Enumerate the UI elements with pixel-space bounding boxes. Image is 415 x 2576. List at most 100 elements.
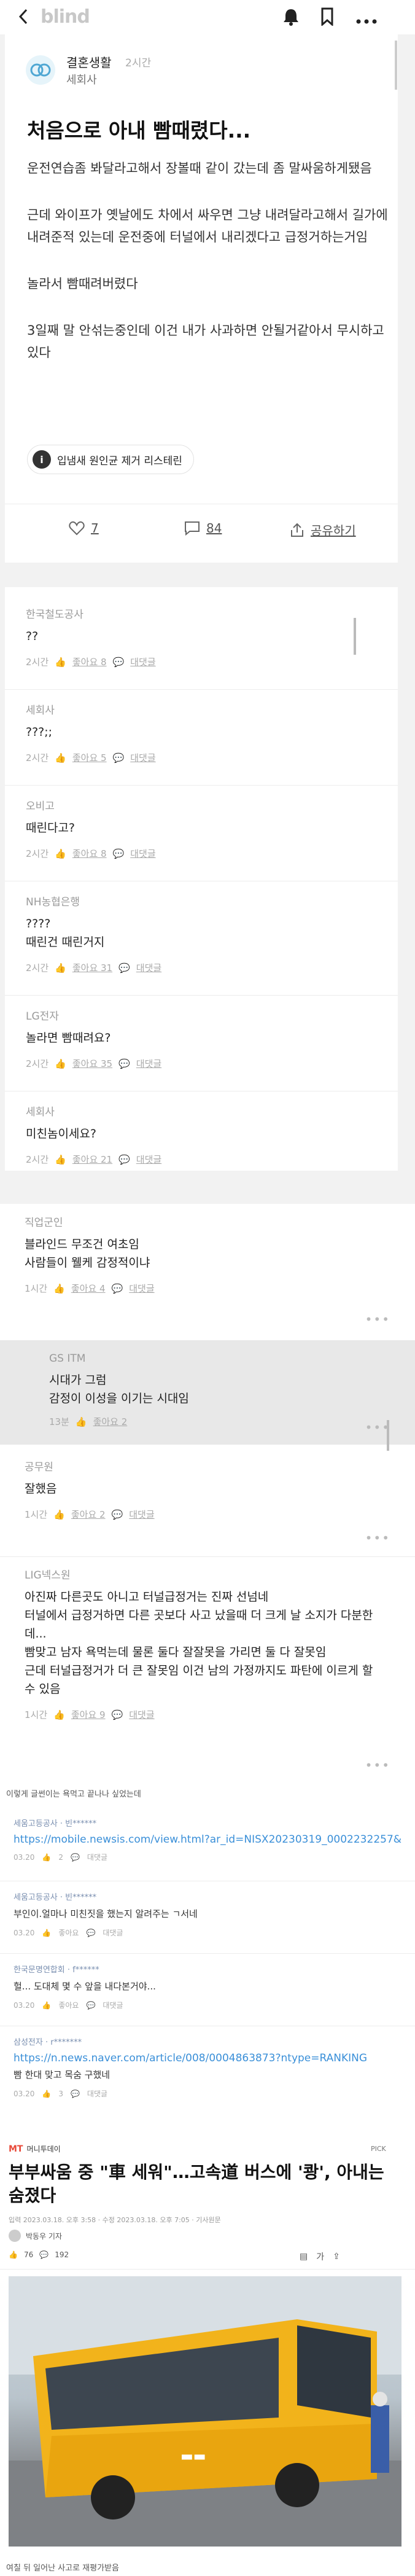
comment: 세움고등공사 · 빈****** 부인이.얼마나 미친짓을 했는지 알려주는 ㄱ… <box>14 1891 406 1938</box>
comment-reply-button[interactable]: 대댓글 <box>129 1708 154 1721</box>
reply-icon: 💬 <box>118 1058 130 1069</box>
comment-link[interactable]: https://n.news.naver.com/article/008/000… <box>14 2052 406 2064</box>
commenter-company: LG전자 <box>26 1010 59 1023</box>
reaction-icon[interactable]: 👍 <box>9 2250 18 2259</box>
comment-like-button[interactable]: 좋아요 2 <box>93 1415 128 1428</box>
comment-reply-button[interactable]: 대댓글 <box>136 961 161 974</box>
reply-icon: 💬 <box>118 1153 130 1165</box>
comment-button[interactable]: 84 <box>184 521 222 536</box>
comment-text: 놀라면 빰때려요? <box>26 1031 111 1045</box>
commenter-company: NH농협은행 <box>26 896 80 908</box>
comment-reply-button[interactable]: 대댓글 <box>103 1927 123 1938</box>
comments-section-2: 직업군인 블라인드 무조건 여초임 사람들이 웰케 감정적이냐 1시간 👍 좋아요… <box>0 1177 415 1781</box>
back-icon[interactable] <box>18 9 28 27</box>
commenter-company: 세움고등공사 · 빈****** <box>14 1819 97 1829</box>
commenter-company: 한국문명연합회 · f****** <box>14 1965 99 1975</box>
comment-more-icon[interactable]: ••• <box>365 1312 390 1327</box>
author-avatar <box>26 55 55 85</box>
comment-like-button[interactable]: 좋아요 21 <box>72 1153 112 1166</box>
comment-like-button[interactable]: 3 <box>58 2090 63 2098</box>
comment: 세회사 미친놈이세요? 2시간 👍 좋아요 21 💬 대댓글 <box>26 1103 370 1166</box>
comment-like-button[interactable]: 좋아요 8 <box>72 655 107 668</box>
comment-link[interactable]: https://mobile.newsis.com/view.html?ar_i… <box>14 1833 406 1846</box>
comment-text: ???;; <box>26 725 53 739</box>
share-label: 공유하기 <box>311 523 356 538</box>
comment-reply-button[interactable]: 대댓글 <box>87 2088 107 2099</box>
comment-reply-button[interactable]: 대댓글 <box>129 1508 154 1521</box>
comment-icon[interactable]: 💬 <box>39 2250 48 2259</box>
comment-reply-button[interactable]: 대댓글 <box>130 655 155 668</box>
post-body: 운전연습좀 봐달라고해서 장볼때 같이 갔는데 좀 말싸움하게됐음 근데 와이프… <box>27 157 389 364</box>
comment-more-icon[interactable]: ••• <box>365 1531 390 1545</box>
comment-text: 아진짜 다른곳도 아니고 터널급정거는 진짜 선넘네 터널에서 급정거하면 다른… <box>25 1590 373 1696</box>
reaction-count: 76 <box>23 2250 34 2259</box>
font-size-icon[interactable]: 가 <box>316 2250 324 2263</box>
comment-like-button[interactable]: 좋아요 4 <box>71 1282 106 1295</box>
comment-like-button[interactable]: 좋아요 2 <box>71 1508 106 1521</box>
thumb-icon: 👍 <box>55 1153 66 1165</box>
comment-like-button[interactable]: 좋아요 35 <box>72 1057 112 1070</box>
comment-date: 03.20 <box>14 2000 35 2010</box>
comment-time: 2시간 <box>26 1058 49 1069</box>
comment-reply-button[interactable]: 대댓글 <box>87 1852 107 1862</box>
author-name: 결혼생활 <box>66 55 112 70</box>
comment-like-button[interactable]: 좋아요 31 <box>72 961 112 974</box>
reply-icon: 💬 <box>118 962 130 974</box>
share-button[interactable]: 공유하기 <box>290 521 356 539</box>
more-icon[interactable] <box>356 15 377 26</box>
reply-highlighted: GS ITM 시대가 그럼 감정이 이성을 이기는 시대임 13분 👍 좋아요 2… <box>0 1340 415 1451</box>
comment: 한국문명연합회 · f****** 헐... 도대체 몇 수 앞을 내다본거야.… <box>14 1963 406 2010</box>
comment-reply-button[interactable]: 대댓글 <box>129 1282 154 1295</box>
comment-like-button[interactable]: 좋아요 <box>58 1927 79 1938</box>
comment-like-button[interactable]: 2 <box>58 1853 63 1862</box>
author-company: 세회사 <box>66 74 97 87</box>
info-icon: i <box>33 450 51 469</box>
promo-label: 입냄새 원인균 제거 리스테린 <box>57 455 182 467</box>
scroll-indicator <box>395 41 397 90</box>
comment-reply-button[interactable]: 대댓글 <box>136 1153 161 1166</box>
bell-icon[interactable] <box>282 7 300 28</box>
print-icon[interactable]: ▤ <box>300 2252 308 2262</box>
reporter-avatar <box>9 2230 21 2242</box>
post-paragraph: 3일째 말 안섞는중인데 이건 내가 사과하면 안될거같아서 무시하고있다 <box>27 323 384 360</box>
thumb-icon: 👍 <box>55 848 66 859</box>
comments-card: 직업군인 블라인드 무조건 여초임 사람들이 웰케 감정적이냐 1시간 👍 좋아요… <box>0 1204 415 1781</box>
thumb-icon: 👍 <box>42 2089 52 2098</box>
comment-date: 03.20 <box>14 1928 35 1937</box>
reply-icon: 💬 <box>86 2000 96 2010</box>
post-card: 결혼생활 2시간 세회사 처음으로 아내 빰때렸다... 운전연습좀 봐달라고해… <box>5 34 398 563</box>
bookmark-icon[interactable] <box>320 7 334 28</box>
comment-reply-button[interactable]: 대댓글 <box>130 847 155 860</box>
comment: 오비고 때린다고? 2시간 👍 좋아요 8 💬 대댓글 <box>26 797 370 860</box>
comment-time: 1시간 <box>25 1509 48 1520</box>
comment-time: 1시간 <box>25 1283 48 1294</box>
comment-reply-button[interactable]: 대댓글 <box>136 1057 161 1070</box>
comment: 직업군인 블라인드 무조건 여초임 사람들이 웰케 감정적이냐 1시간 👍 좋아요… <box>25 1214 381 1295</box>
promo-chip[interactable]: i 입냄새 원인균 제거 리스테린 <box>27 445 194 474</box>
comment-reply-button[interactable]: 대댓글 <box>130 751 155 764</box>
comment-icon <box>185 521 200 536</box>
comment-like-button[interactable]: 좋아요 <box>58 2000 79 2010</box>
share-icon <box>291 523 303 537</box>
comment-more-icon[interactable]: ••• <box>365 1758 390 1773</box>
comment-text: 시대가 그럼 감정이 이성을 이기는 시대임 <box>49 1373 189 1405</box>
comment-like-button[interactable]: 좋아요 5 <box>72 751 107 764</box>
comment-time: 2시간 <box>26 848 49 859</box>
mt-logo: MT <box>9 2144 23 2154</box>
thumb-icon: 👍 <box>55 656 66 668</box>
like-button[interactable]: 7 <box>69 521 99 536</box>
reply-icon: 💬 <box>70 2089 80 2098</box>
comment-reply-button[interactable]: 대댓글 <box>103 2000 123 2010</box>
news-source: MT 머니투데이 <box>9 2144 61 2154</box>
scrollbar[interactable] <box>387 1420 389 1451</box>
reply-icon: 💬 <box>111 1709 123 1720</box>
comment-text: 잘했음 <box>25 1482 57 1496</box>
comment-count: 192 <box>55 2250 69 2259</box>
comment-like-button[interactable]: 좋아요 8 <box>72 847 107 860</box>
comment-like-button[interactable]: 좋아요 9 <box>71 1708 106 1721</box>
reply-icon: 💬 <box>112 656 125 668</box>
post-paragraph: 운전연습좀 봐달라고해서 장볼때 같이 갔는데 좀 말싸움하게됐음 <box>27 161 372 176</box>
share-icon[interactable]: ⇪ <box>333 2252 340 2262</box>
comment: 삼성전자 · r******* https://n.news.naver.com… <box>14 2035 406 2099</box>
thumb-icon: 👍 <box>75 1416 87 1427</box>
